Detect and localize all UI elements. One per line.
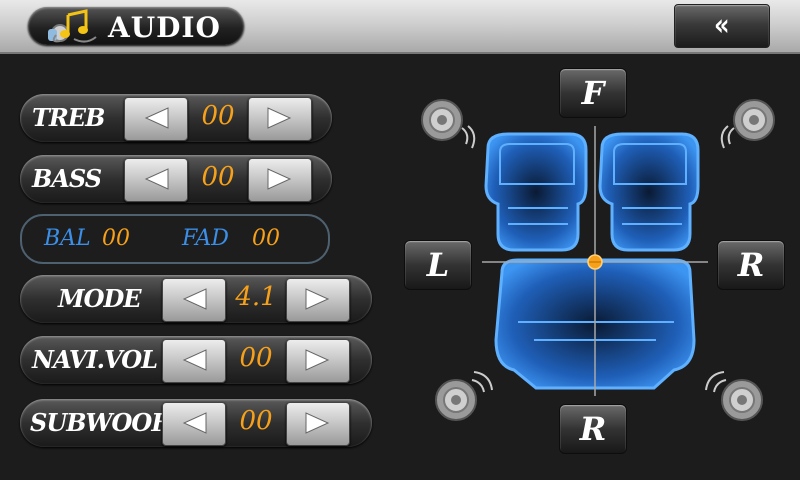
- treble-value: 00: [201, 101, 235, 131]
- bass-increase-button[interactable]: [248, 158, 312, 202]
- treble-increase-button[interactable]: [248, 97, 312, 141]
- speaker-front-right-icon: [720, 99, 775, 149]
- speaker-rear-right-icon: [705, 371, 763, 421]
- arrow-left-icon: [182, 349, 207, 371]
- arrow-left-icon: [144, 107, 169, 129]
- balance-value: 00: [102, 226, 130, 251]
- treble-label: TREB: [32, 103, 105, 132]
- navi-volume-increase-button[interactable]: [286, 339, 350, 383]
- bass-decrease-button[interactable]: [124, 158, 188, 202]
- top-bar: AUDIO «: [0, 0, 800, 54]
- subwoofer-decrease-button[interactable]: [162, 402, 226, 446]
- bass-row: BASS 00: [20, 155, 332, 203]
- front-button[interactable]: F: [559, 68, 627, 118]
- bass-value: 00: [201, 162, 235, 192]
- subwoofer-value: 00: [239, 406, 273, 436]
- subwoofer-label: SUBWOOF: [30, 408, 168, 437]
- navi-volume-label: NAVI.VOL: [32, 345, 158, 374]
- subwoofer-increase-button[interactable]: [286, 402, 350, 446]
- arrow-left-icon: [144, 168, 169, 190]
- treble-row: TREB 00: [20, 94, 332, 142]
- balance-label: BAL: [44, 226, 91, 251]
- fader-label: FAD: [182, 226, 229, 251]
- rear-button[interactable]: R: [559, 404, 627, 454]
- arrow-right-icon: [305, 412, 330, 434]
- car-seat-diagram[interactable]: [478, 126, 708, 396]
- left-button[interactable]: L: [404, 240, 472, 290]
- page-title: AUDIO: [108, 11, 221, 44]
- double-chevron-left-icon: «: [714, 8, 730, 43]
- front-left-seat: [484, 132, 588, 252]
- arrow-left-icon: [182, 412, 207, 434]
- fader-value: 00: [252, 226, 280, 251]
- mode-label: MODE: [58, 284, 142, 313]
- navi-volume-decrease-button[interactable]: [162, 339, 226, 383]
- bass-label: BASS: [32, 164, 102, 193]
- title-pill: AUDIO: [28, 7, 244, 45]
- balance-fader-display: BAL 00 FAD 00: [20, 214, 330, 264]
- treble-decrease-button[interactable]: [124, 97, 188, 141]
- arrow-right-icon: [267, 107, 292, 129]
- subwoofer-row: SUBWOOF 00: [20, 399, 372, 447]
- mode-decrease-button[interactable]: [162, 278, 226, 322]
- mode-increase-button[interactable]: [286, 278, 350, 322]
- mode-row: MODE 4.1: [20, 275, 372, 323]
- arrow-right-icon: [305, 349, 330, 371]
- front-right-seat: [598, 132, 700, 252]
- navi-volume-row: NAVI.VOL 00: [20, 336, 372, 384]
- arrow-right-icon: [305, 288, 330, 310]
- arrow-right-icon: [267, 168, 292, 190]
- arrow-left-icon: [182, 288, 207, 310]
- navi-volume-value: 00: [239, 343, 273, 373]
- back-button[interactable]: «: [674, 4, 770, 48]
- music-note-icon: [48, 9, 97, 43]
- balance-fader-marker[interactable]: [587, 254, 603, 270]
- right-button[interactable]: R: [717, 240, 785, 290]
- speaker-front-left-icon: [421, 99, 476, 149]
- mode-value: 4.1: [235, 282, 277, 312]
